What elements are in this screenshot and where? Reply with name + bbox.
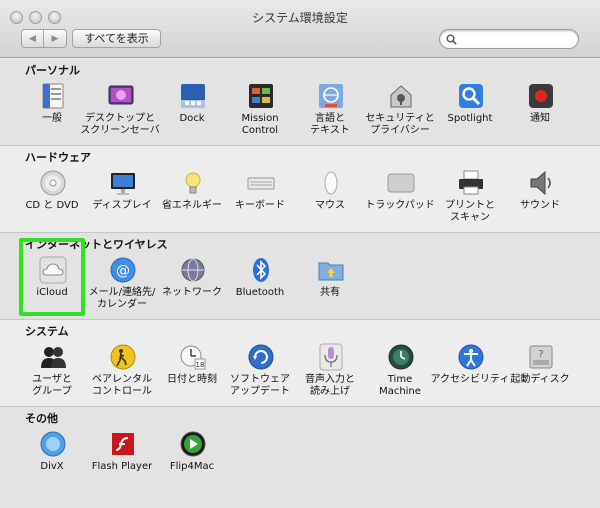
search-input[interactable] — [460, 32, 572, 46]
startup-disk-icon: ? — [529, 345, 553, 369]
section-other: その他 — [0, 407, 600, 508]
dictation-icon — [319, 343, 343, 371]
date-time-icon: 18 — [180, 345, 206, 370]
mouse-icon — [324, 171, 338, 195]
svg-text:?: ? — [538, 349, 543, 360]
section-title-other: その他 — [25, 412, 58, 425]
system-preferences-window: システム環境設定 ◀ ▶ すべてを表示 パーソナル ハードウェア インターネット… — [0, 0, 600, 508]
keyboard-icon — [247, 177, 275, 190]
section-title-system: システム — [25, 325, 69, 338]
search-field[interactable] — [439, 29, 579, 49]
time-machine-icon — [388, 344, 414, 370]
sound-icon — [530, 170, 551, 196]
software-update-icon — [248, 344, 274, 370]
cd-dvd-icon — [40, 170, 66, 196]
flip4mac-icon — [180, 431, 206, 457]
svg-text:18: 18 — [196, 361, 205, 369]
parental-icon — [110, 344, 136, 370]
dock-icon — [181, 84, 205, 108]
printer-icon — [459, 170, 483, 195]
notifications-icon — [529, 84, 553, 108]
users-icon — [41, 347, 66, 368]
network-icon — [181, 258, 205, 282]
trackpad-icon — [387, 173, 415, 193]
window-title: システム環境設定 — [252, 11, 348, 25]
show-all-button[interactable]: すべてを表示 — [72, 29, 161, 48]
energy-saver-icon — [185, 172, 201, 194]
bluetooth-icon — [253, 258, 269, 282]
icloud-highlight-box — [19, 238, 85, 316]
display-icon — [111, 173, 135, 195]
accessibility-icon — [458, 344, 484, 370]
svg-text:@: @ — [116, 263, 130, 279]
desktop-icon — [108, 85, 134, 105]
divx-icon — [40, 431, 66, 457]
section-title-personal: パーソナル — [25, 64, 80, 77]
mail-icon: @ — [110, 257, 136, 283]
general-icon — [42, 83, 64, 109]
forward-arrow-icon: ▶ — [51, 33, 59, 44]
flash-icon — [112, 433, 134, 455]
nav-buttons: ◀ ▶ — [21, 29, 67, 48]
back-button[interactable]: ◀ — [21, 29, 44, 48]
titlebar: システム環境設定 ◀ ▶ すべてを表示 — [0, 0, 600, 58]
sharing-icon — [318, 262, 344, 281]
language-icon — [319, 84, 343, 108]
search-icon — [446, 34, 457, 45]
section-title-hardware: ハードウェア — [25, 151, 91, 164]
forward-button[interactable]: ▶ — [44, 29, 67, 48]
back-arrow-icon: ◀ — [29, 33, 36, 44]
security-icon — [390, 85, 412, 108]
spotlight-icon — [459, 84, 483, 108]
mission-control-icon — [249, 84, 273, 108]
